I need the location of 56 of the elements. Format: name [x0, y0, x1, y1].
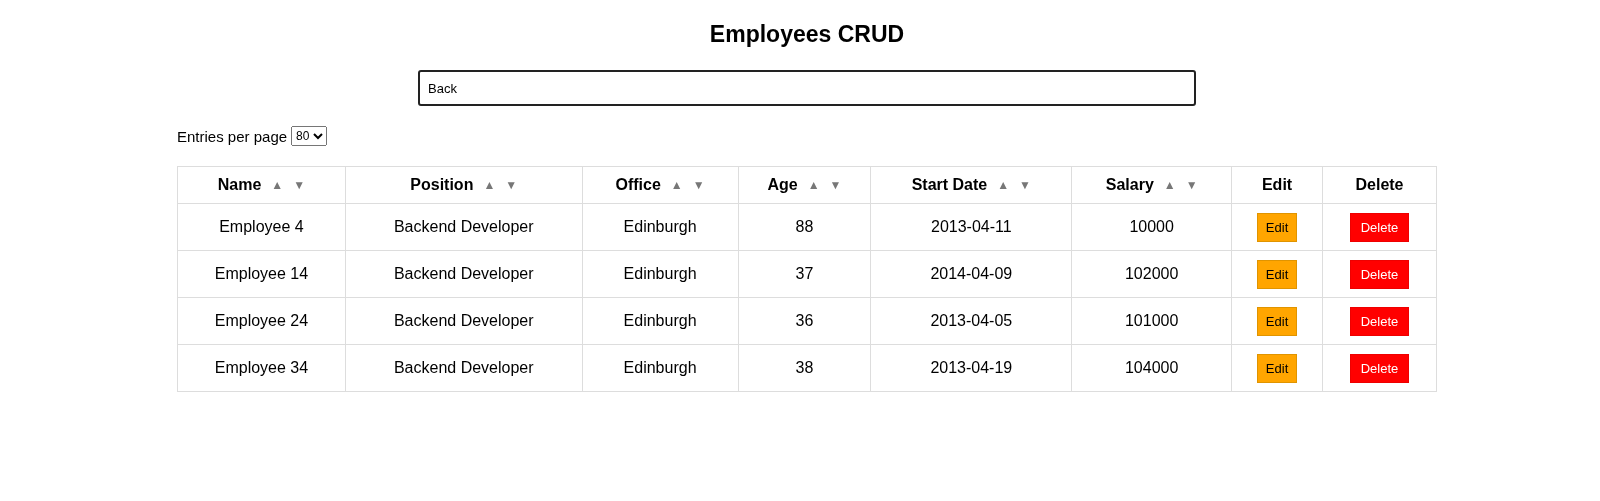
sort-down-icon[interactable]: ▼ — [829, 178, 842, 192]
table-cell: Backend Developer — [345, 203, 583, 251]
table-cell: Edinburgh — [582, 297, 738, 345]
table-cell: Employee 14 — [177, 250, 346, 298]
table-cell: 10000 — [1071, 203, 1232, 251]
table-cell: 104000 — [1071, 344, 1232, 392]
table-cell: 2013-04-19 — [870, 344, 1072, 392]
edit-button[interactable]: Edit — [1256, 353, 1298, 383]
sort-up-icon[interactable]: ▲ — [807, 178, 820, 192]
sort-down-icon[interactable]: ▼ — [293, 178, 306, 192]
table-cell: Backend Developer — [345, 250, 583, 298]
delete-button[interactable]: Delete — [1349, 306, 1410, 336]
table-cell: Employee 34 — [177, 344, 346, 392]
table-cell: 88 — [738, 203, 871, 251]
edit-button[interactable]: Edit — [1256, 306, 1298, 336]
table-cell: 38 — [738, 344, 871, 392]
table-cell: 2013-04-05 — [870, 297, 1072, 345]
table-cell: Edinburgh — [582, 203, 738, 251]
column-header[interactable]: Salary — [1105, 176, 1154, 194]
table-cell: Backend Developer — [345, 297, 583, 345]
table-cell: Backend Developer — [345, 344, 583, 392]
table-cell: Edinburgh — [582, 344, 738, 392]
sort-up-icon[interactable]: ▲ — [271, 178, 284, 192]
delete-button[interactable]: Delete — [1349, 353, 1410, 383]
table-cell: 102000 — [1071, 250, 1232, 298]
sort-down-icon[interactable]: ▼ — [692, 178, 705, 192]
sort-up-icon[interactable]: ▲ — [670, 178, 683, 192]
table-cell: 36 — [738, 297, 871, 345]
page-title: Employees CRUD — [709, 21, 905, 48]
table-cell: 2013-04-11 — [870, 203, 1072, 251]
entries-select[interactable]: 80 — [291, 126, 328, 146]
column-header[interactable]: Name — [217, 176, 262, 194]
column-header: Edit — [1261, 176, 1293, 194]
column-header[interactable]: Position — [410, 176, 474, 194]
sort-down-icon[interactable]: ▼ — [1185, 178, 1198, 192]
search-field[interactable]: Back — [418, 70, 1196, 106]
sort-down-icon[interactable]: ▼ — [1019, 178, 1031, 192]
sort-up-icon[interactable]: ▲ — [997, 178, 1010, 192]
column-header[interactable]: Office — [615, 176, 661, 194]
sort-up-icon[interactable]: ▲ — [483, 178, 496, 192]
table-cell: Edinburgh — [582, 250, 738, 298]
delete-button[interactable]: Delete — [1349, 212, 1410, 242]
column-header[interactable]: Age — [767, 176, 798, 194]
entries-label: Entries per page — [177, 127, 288, 145]
delete-button[interactable]: Delete — [1349, 259, 1410, 289]
edit-button[interactable]: Edit — [1256, 212, 1298, 242]
table-cell: 2014-04-09 — [870, 250, 1072, 298]
table-cell: 37 — [738, 250, 871, 298]
column-header: Delete — [1355, 176, 1404, 194]
table-cell: Employee 4 — [177, 203, 346, 251]
table-cell: Employee 24 — [177, 297, 346, 345]
column-header[interactable]: Start Date — [911, 176, 988, 194]
sort-down-icon[interactable]: ▼ — [505, 178, 518, 192]
edit-button[interactable]: Edit — [1256, 259, 1298, 289]
table-cell: 101000 — [1071, 297, 1232, 345]
sort-up-icon[interactable]: ▲ — [1163, 178, 1176, 192]
